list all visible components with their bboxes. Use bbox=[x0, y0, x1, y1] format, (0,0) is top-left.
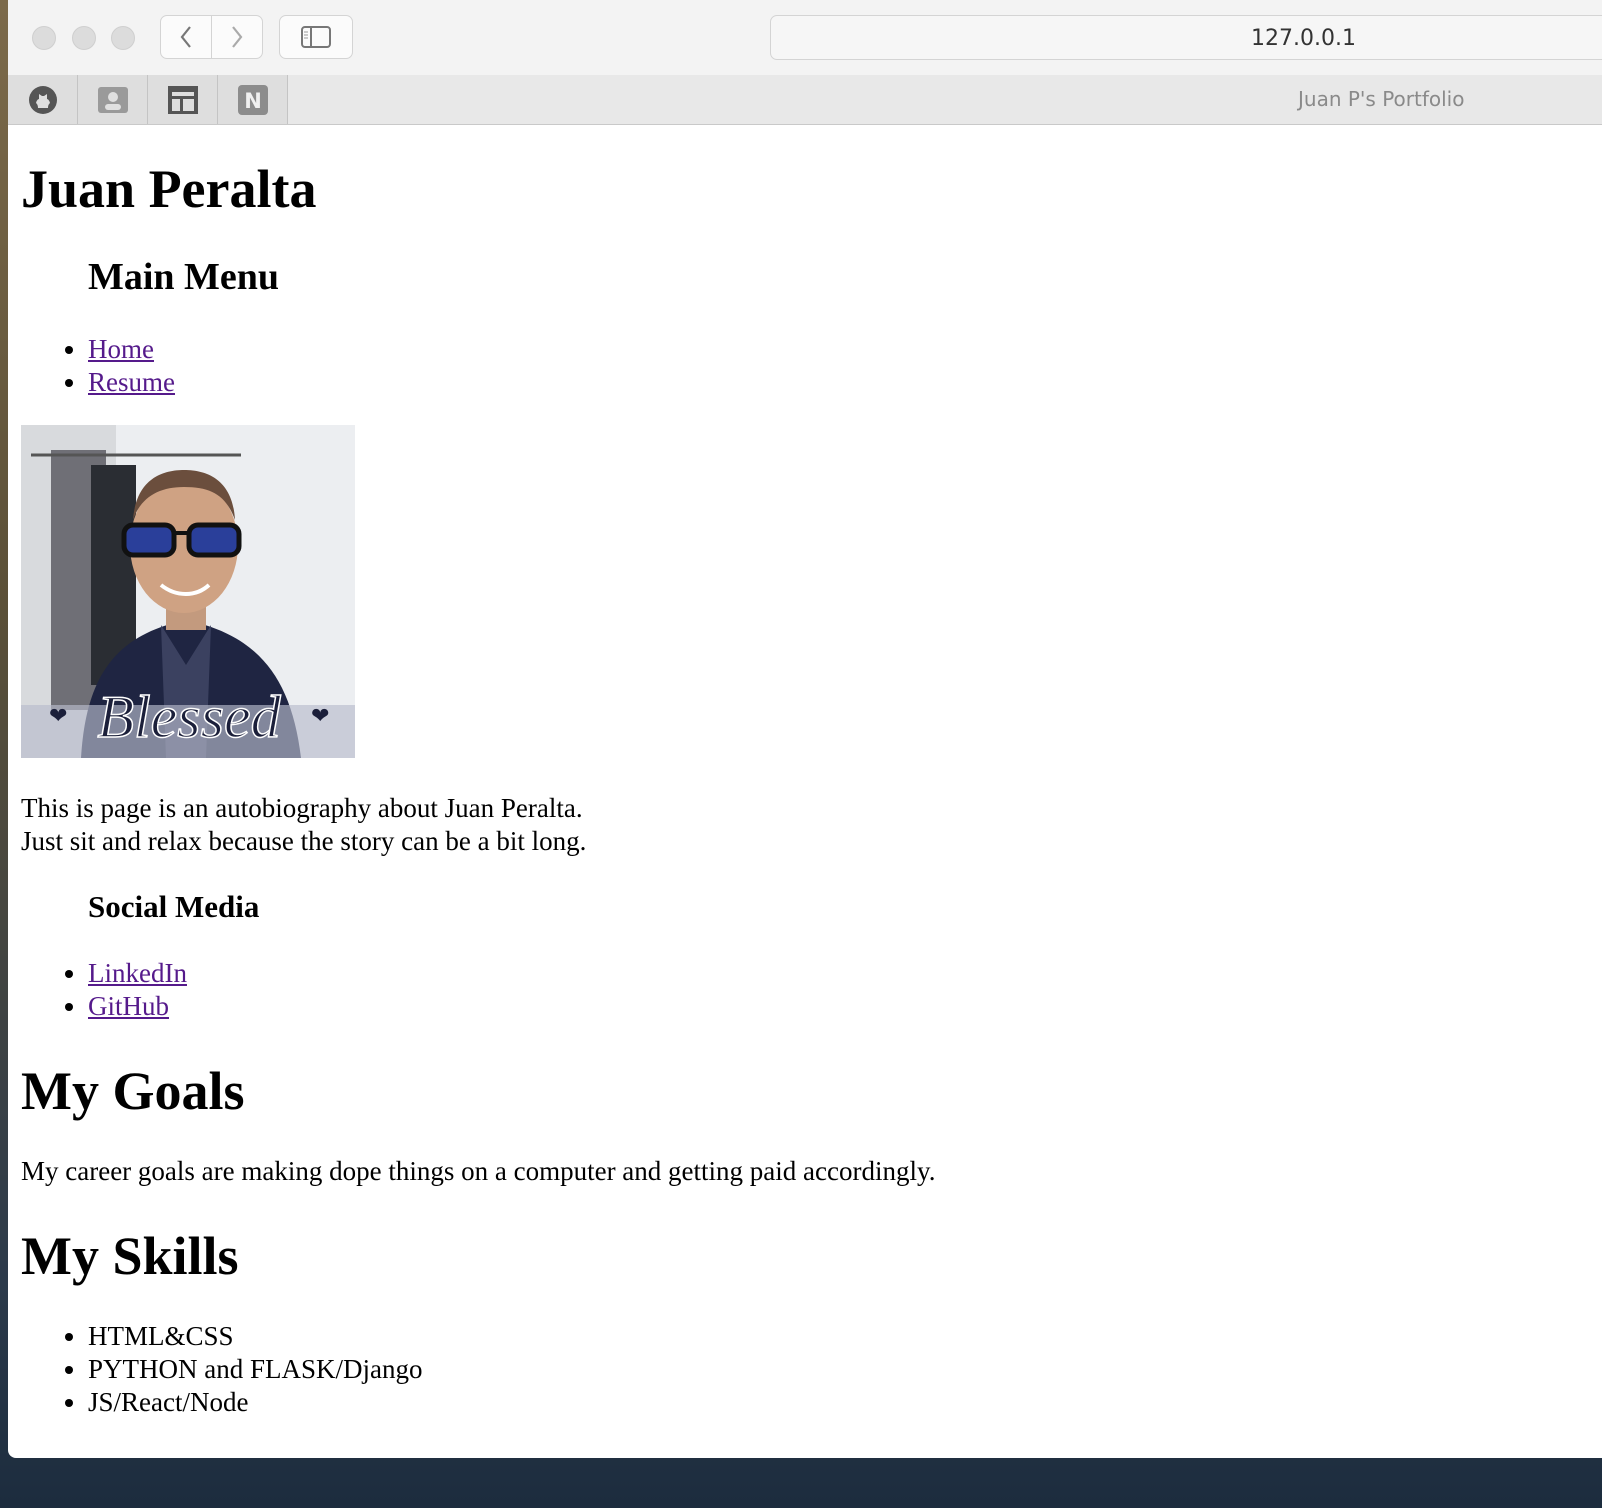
address-text: 127.0.0.1 bbox=[1251, 26, 1356, 51]
contact-card-icon bbox=[97, 86, 128, 113]
title-bar: 127.0.0.1 bbox=[8, 0, 1602, 76]
intro-paragraph: This is page is an autobiography about J… bbox=[21, 792, 586, 858]
sidebar-toggle-button[interactable] bbox=[279, 15, 353, 59]
close-window-button[interactable] bbox=[32, 26, 56, 50]
social-media-heading: Social Media bbox=[88, 889, 260, 924]
goals-heading: My Goals bbox=[21, 1061, 245, 1121]
goals-text: My career goals are making dope things o… bbox=[21, 1156, 936, 1186]
home-link[interactable]: Home bbox=[88, 334, 154, 364]
list-item: PYTHON and FLASK/Django bbox=[88, 1353, 423, 1386]
profile-photo-art: Blessed ❤ ❤ bbox=[21, 425, 355, 758]
github-link[interactable]: GitHub bbox=[88, 991, 169, 1021]
notion-letter: N bbox=[244, 89, 262, 113]
page-title: Juan Peralta bbox=[21, 159, 317, 219]
main-menu-heading: Main Menu bbox=[88, 256, 280, 298]
heart-icon-left: ❤ bbox=[49, 703, 67, 728]
main-menu-list: Home Resume bbox=[21, 333, 175, 399]
forward-button[interactable] bbox=[211, 15, 263, 59]
profile-photo: Blessed ❤ ❤ bbox=[21, 425, 355, 758]
pinned-tab-notion[interactable]: N bbox=[218, 75, 288, 124]
chevron-right-icon bbox=[232, 26, 243, 48]
heart-icon-right: ❤ bbox=[311, 703, 329, 728]
list-item: GitHub bbox=[88, 990, 187, 1023]
linkedin-link[interactable]: LinkedIn bbox=[88, 958, 187, 988]
resume-link[interactable]: Resume bbox=[88, 367, 175, 397]
github-icon bbox=[28, 85, 57, 114]
sidebar-icon bbox=[301, 26, 331, 48]
pinned-tab-contact[interactable] bbox=[78, 75, 148, 124]
blessed-caption: Blessed bbox=[97, 684, 281, 750]
skills-list: HTML&CSS PYTHON and FLASK/Django JS/Reac… bbox=[21, 1320, 423, 1419]
intro-line-1: This is page is an autobiography about J… bbox=[21, 793, 583, 823]
list-item: JS/React/Node bbox=[88, 1386, 423, 1419]
active-tab-title[interactable]: Juan P's Portfolio bbox=[1298, 87, 1464, 111]
tab-bar: N Juan P's Portfolio bbox=[8, 75, 1602, 125]
browser-window: 127.0.0.1 N Juan P's Portfolio Juan Pera… bbox=[8, 0, 1602, 1458]
address-bar[interactable]: 127.0.0.1 bbox=[770, 15, 1602, 60]
social-media-list: LinkedIn GitHub bbox=[21, 957, 187, 1023]
list-item: Home bbox=[88, 333, 175, 366]
list-item: Resume bbox=[88, 366, 175, 399]
chevron-left-icon bbox=[180, 26, 191, 48]
intro-line-2: Just sit and relax because the story can… bbox=[21, 826, 587, 856]
layout-icon bbox=[167, 85, 198, 114]
pinned-tab-github[interactable] bbox=[8, 75, 78, 124]
zoom-window-button[interactable] bbox=[111, 26, 135, 50]
skills-heading: My Skills bbox=[21, 1226, 239, 1286]
notion-n-icon: N bbox=[237, 84, 268, 115]
list-item: LinkedIn bbox=[88, 957, 187, 990]
minimize-window-button[interactable] bbox=[72, 26, 96, 50]
pinned-tab-layout[interactable] bbox=[148, 75, 218, 124]
back-button[interactable] bbox=[160, 15, 212, 59]
list-item: HTML&CSS bbox=[88, 1320, 423, 1353]
